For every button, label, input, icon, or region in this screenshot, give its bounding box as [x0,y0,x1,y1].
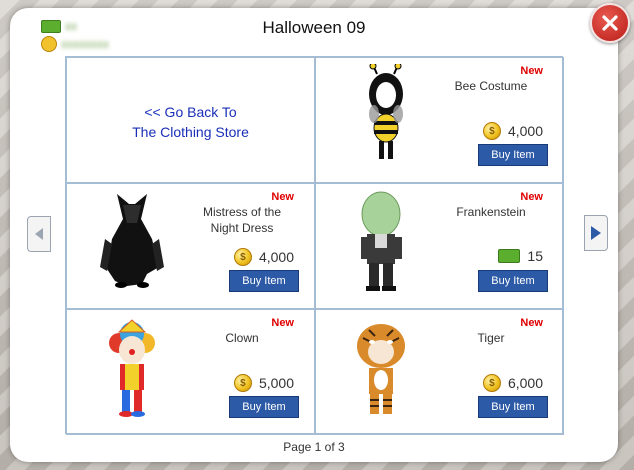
price-value: 5,000 [258,375,294,391]
mistress-dress-image [100,194,164,288]
new-badge: New [271,191,294,203]
buy-item-button[interactable]: Buy Item [229,396,299,418]
close-icon [602,15,618,31]
price-value: 15 [527,248,543,264]
store-dialog: xx xxxxxxxx Halloween 09 << Go Back To T… [10,8,618,462]
back-link-cell: << Go Back To The Clothing Store [66,57,315,183]
item-name-line1: Frankenstein [456,205,526,219]
item-name: Tiger [431,330,551,346]
new-badge: New [520,317,543,329]
clown-image [109,319,155,417]
coin-icon: $ [233,374,252,392]
coin-amount: xxxxxxxx [61,37,109,51]
item-name: Mistress of the Night Dress [182,204,302,236]
pagination-label: Page 1 of 3 [283,440,345,454]
item-price: 15 [498,248,543,264]
item-name: Clown [182,330,302,346]
item-card-tiger: New Tiger $ 6,000 Buy Item [315,309,564,435]
new-badge: New [271,317,294,329]
dialog-title: Halloween 09 [262,18,366,37]
frankenstein-image [361,191,402,291]
arrow-left-icon [35,228,43,240]
item-name-line2: Night Dress [210,221,274,235]
new-badge: New [520,191,543,203]
item-price: $ 6,000 [482,374,543,392]
back-to-store-link[interactable]: << Go Back To The Clothing Store [67,102,314,142]
coin-icon [41,36,57,52]
next-page-button[interactable] [584,215,608,251]
item-name: Bee Costume [431,78,551,94]
item-name-line1: Mistress of the [202,205,282,219]
coin-icon: $ [233,248,252,266]
price-value: 4,000 [507,123,543,139]
item-card-frankenstein: New Frankenstein 15 Buy Item [315,183,564,309]
item-price: $ 4,000 [233,248,294,266]
item-name-line1: Bee Costume [454,79,528,93]
new-badge: New [520,65,543,77]
coin-icon: $ [482,374,501,392]
item-price: $ 5,000 [233,374,294,392]
previous-page-button[interactable] [27,216,51,252]
item-name-line1: Tiger [477,331,505,345]
item-grid: << Go Back To The Clothing Store New Bee… [65,56,564,435]
buy-item-button[interactable]: Buy Item [478,144,548,166]
item-name-line1: Clown [225,331,259,345]
back-link-line1: << Go Back To [144,104,237,120]
bee-costume-image [369,64,403,159]
item-card-mistress: New Mistress of the Night Dress $ 4,000 … [66,183,315,309]
item-card-clown: New Clown $ 5,000 Buy Item [66,309,315,435]
price-value: 4,000 [258,249,294,265]
tiger-costume-image [357,324,405,414]
item-name: Frankenstein [431,204,551,220]
buy-item-button[interactable]: Buy Item [229,270,299,292]
buy-item-button[interactable]: Buy Item [478,270,548,292]
arrow-right-icon [591,226,601,240]
back-link-line2: The Clothing Store [132,124,249,140]
close-button[interactable] [590,3,630,43]
coin-icon: $ [482,122,501,140]
cash-icon [498,249,521,263]
item-price: $ 4,000 [482,122,543,140]
item-card-bee: New Bee Costume $ 4,000 Buy Item [315,57,564,183]
price-value: 6,000 [507,375,543,391]
buy-item-button[interactable]: Buy Item [478,396,548,418]
